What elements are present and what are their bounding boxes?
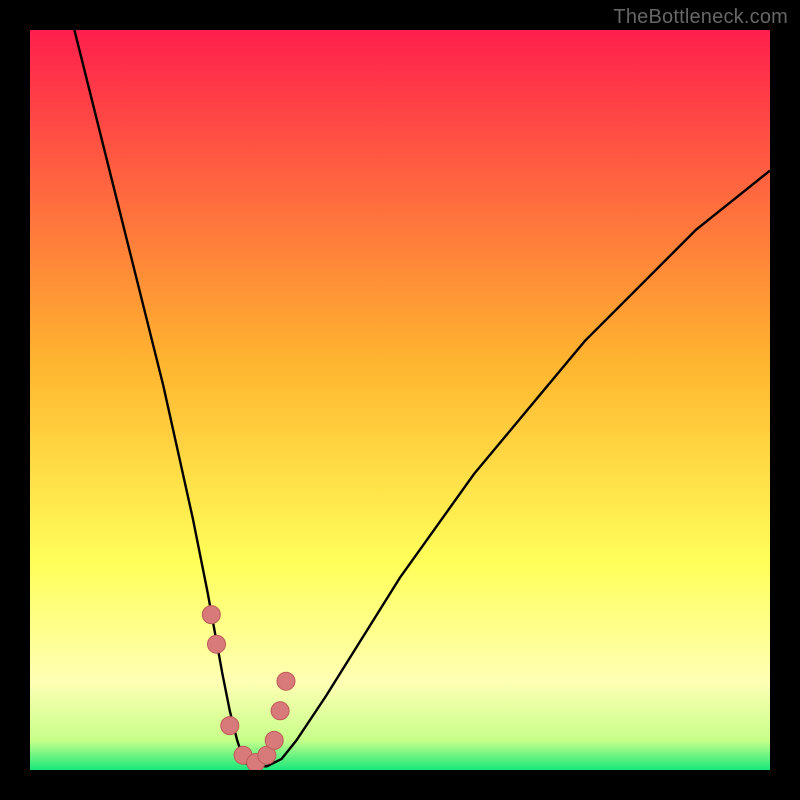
gradient-background: [30, 30, 770, 770]
marker-dot: [271, 702, 289, 720]
bottleneck-chart: [30, 30, 770, 770]
watermark-text: TheBottleneck.com: [613, 6, 788, 29]
marker-dot: [208, 635, 226, 653]
marker-dot: [265, 731, 283, 749]
marker-dot: [221, 717, 239, 735]
chart-plot-area: [30, 30, 770, 770]
marker-dot: [202, 606, 220, 624]
marker-dot: [277, 672, 295, 690]
